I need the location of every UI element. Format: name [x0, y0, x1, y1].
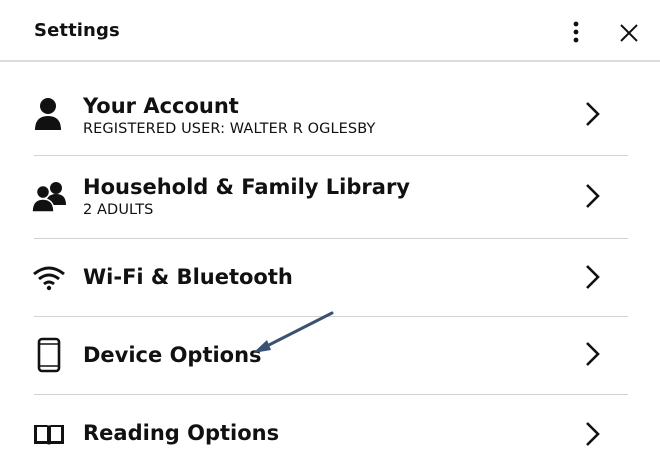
settings-item-subtitle: 2 ADULTS — [83, 202, 154, 218]
wifi-icon — [32, 265, 66, 295]
page-title: Settings — [34, 20, 120, 41]
book-icon — [32, 422, 66, 452]
settings-item-title: Wi-Fi & Bluetooth — [83, 265, 293, 289]
settings-item-household[interactable]: Household & Family Library 2 ADULTS — [0, 157, 660, 238]
settings-item-title: Device Options — [83, 343, 262, 367]
divider — [34, 155, 628, 156]
device-icon — [37, 337, 61, 377]
person-icon — [32, 97, 64, 135]
chevron-right-icon — [584, 420, 602, 448]
settings-item-your-account[interactable]: Your Account REGISTERED USER: WALTER R O… — [0, 64, 660, 156]
chevron-right-icon — [584, 100, 602, 128]
annotation-arrow — [245, 303, 345, 363]
chevron-right-icon — [584, 340, 602, 368]
settings-item-title: Reading Options — [83, 421, 280, 445]
chevron-right-icon — [584, 182, 602, 210]
settings-item-title: Your Account — [83, 94, 239, 118]
settings-item-reading-options[interactable]: Reading Options — [0, 395, 660, 469]
more-vertical-icon[interactable] — [566, 19, 586, 45]
close-icon[interactable] — [616, 20, 642, 46]
settings-item-subtitle: REGISTERED USER: WALTER R OGLESBY — [83, 121, 376, 137]
people-icon — [31, 181, 68, 217]
settings-page: Settings Your Account REGISTERED USER: W… — [0, 0, 660, 469]
settings-header: Settings — [0, 0, 660, 62]
chevron-right-icon — [584, 263, 602, 291]
settings-item-title: Household & Family Library — [83, 175, 410, 199]
